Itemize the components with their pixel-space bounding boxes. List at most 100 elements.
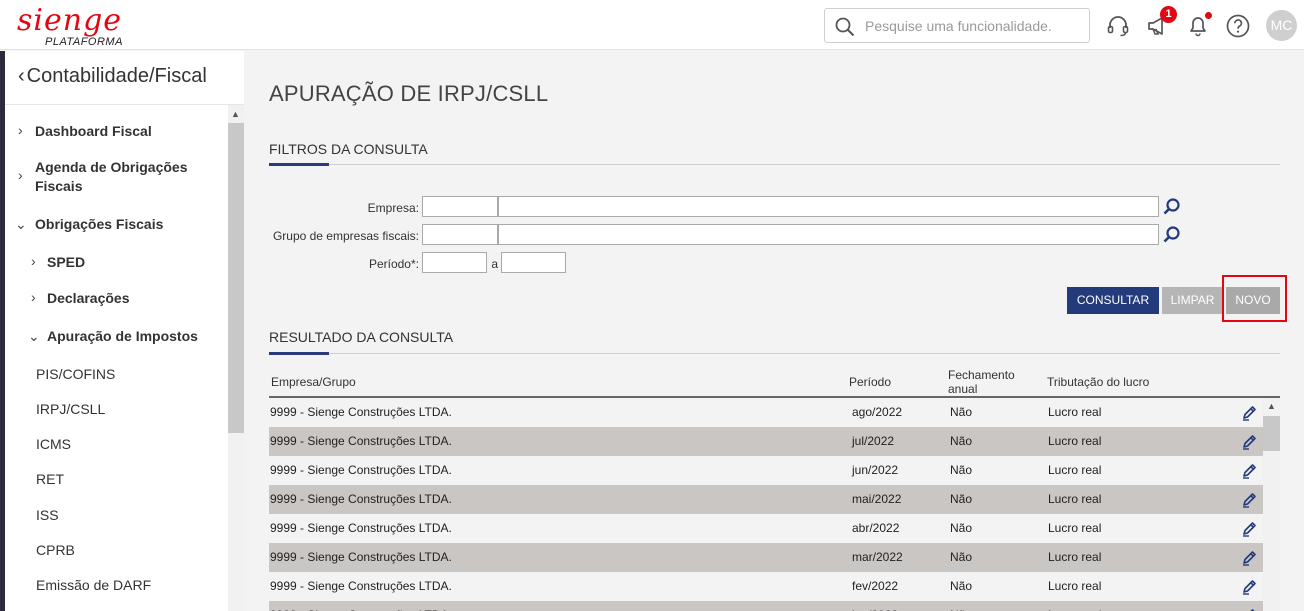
cell-fechamento: Não (950, 521, 973, 535)
column-header-fechamento[interactable]: Fechamento (948, 368, 1015, 382)
cell-empresa: 9999 - Sienge Construções LTDA. (270, 463, 452, 477)
cell-fechamento: Não (950, 434, 973, 448)
chevron-left-icon: ‹ (18, 65, 25, 87)
column-header-tributacao[interactable]: Tributação do lucro (1047, 375, 1149, 389)
notification-count-badge: 1 (1160, 6, 1177, 23)
bell-alert-dot (1205, 12, 1212, 19)
table-row[interactable]: 9999 - Sienge Construções LTDA. fev/2022 N… (269, 572, 1263, 601)
scroll-up-arrow-icon[interactable]: ▲ (231, 109, 240, 119)
table-scrollbar[interactable]: ▲ (1263, 398, 1280, 611)
cell-periodo: jul/2022 (852, 434, 895, 448)
cell-periodo: jun/2022 (852, 463, 899, 477)
sidebar-item-emissao-darf[interactable]: Emissão de DARF (36, 577, 151, 593)
sidebar-accent-bar (0, 51, 5, 611)
sidebar-scroll-thumb[interactable] (228, 123, 244, 433)
periodo-start-input[interactable] (422, 252, 487, 273)
edit-pencil-icon[interactable] (1241, 492, 1257, 508)
cell-empresa: 9999 - Sienge Construções LTDA. (270, 579, 452, 593)
scroll-up-arrow-icon[interactable]: ▲ (1267, 401, 1276, 411)
cell-fechamento: Não (950, 492, 973, 506)
periodo-end-input[interactable] (501, 252, 566, 273)
user-avatar[interactable]: MC (1266, 10, 1297, 41)
cell-periodo: mar/2022 (852, 550, 903, 564)
filters-accent (269, 163, 329, 166)
table-row[interactable]: 9999 - Sienge Construções LTDA. mai/2022 N… (269, 485, 1263, 514)
results-accent (269, 352, 329, 355)
sidebar-item-cprb[interactable]: CPRB (36, 542, 75, 558)
sidebar-item-iss[interactable]: ISS (36, 507, 59, 523)
help-icon[interactable] (1225, 13, 1251, 39)
table-row[interactable]: 9999 - Sienge Construções LTDA. jun/2022 N… (269, 456, 1263, 485)
column-header-periodo[interactable]: Período (849, 375, 891, 389)
sidebar-item-irpj-csll[interactable]: IRPJ/CSLL (36, 401, 105, 417)
logo-wordmark: sienge (17, 3, 123, 38)
cell-fechamento: Não (950, 463, 973, 477)
chevron-right-icon: › (31, 289, 36, 305)
table-row[interactable]: 9999 - Sienge Construções LTDA. mar/2022 N… (269, 543, 1263, 572)
grupo-name-input[interactable] (498, 224, 1159, 245)
edit-pencil-icon[interactable] (1241, 550, 1257, 566)
edit-pencil-icon[interactable] (1241, 434, 1257, 450)
sienge-logo[interactable]: sienge PLATAFORMA (17, 3, 127, 49)
grupo-code-input[interactable] (422, 224, 498, 245)
sidebar-scrollbar[interactable]: ▲ (228, 105, 244, 611)
logo-subtitle: PLATAFORMA (45, 36, 123, 48)
cell-empresa: 9999 - Sienge Construções LTDA. (270, 434, 452, 448)
cell-periodo: fev/2022 (852, 579, 899, 593)
sidebar-item-agenda-obrigacoes-line2[interactable]: Fiscais (35, 178, 82, 194)
top-header: sienge PLATAFORMA 1 MC (0, 0, 1304, 50)
highlight-box (1222, 275, 1287, 322)
sidebar-item-ret[interactable]: RET (36, 471, 64, 487)
cell-fechamento: Não (950, 550, 973, 564)
module-back-title[interactable]: ‹ Contabilidade/Fiscal (18, 65, 207, 88)
grupo-search-icon[interactable] (1162, 225, 1182, 245)
search-box[interactable] (824, 8, 1090, 43)
chevron-right-icon: › (18, 167, 23, 183)
search-input[interactable] (865, 16, 1085, 36)
filters-divider (269, 164, 1280, 165)
cell-fechamento: Não (950, 405, 973, 419)
cell-tributacao: Lucro real (1048, 579, 1102, 593)
sidebar-divider (5, 104, 244, 105)
column-header-empresa[interactable]: Empresa/Grupo (271, 375, 356, 389)
results-section-title: RESULTADO DA CONSULTA (269, 329, 454, 345)
periodo-separator: a (491, 257, 498, 271)
results-table-body: 9999 - Sienge Construções LTDA. ago/2022 N… (269, 398, 1263, 611)
table-row[interactable]: 9999 - Sienge Construções LTDA. ago/2022 N… (269, 398, 1263, 427)
sidebar-item-obrigacoes-fiscais[interactable]: Obrigações Fiscais (35, 216, 163, 232)
consultar-button[interactable]: CONSULTAR (1067, 287, 1159, 314)
edit-pencil-icon[interactable] (1241, 405, 1257, 421)
cell-periodo: mai/2022 (852, 492, 902, 506)
page-title: APURAÇÃO DE IRPJ/CSLL (269, 81, 549, 106)
cell-fechamento: Não (950, 579, 973, 593)
cell-empresa: 9999 - Sienge Construções LTDA. (270, 492, 452, 506)
sidebar-item-apuracao-impostos[interactable]: Apuração de Impostos (47, 328, 198, 344)
headset-support-icon[interactable] (1105, 13, 1131, 39)
edit-pencil-icon[interactable] (1241, 463, 1257, 479)
sidebar-item-agenda-obrigacoes[interactable]: Agenda de Obrigações (35, 159, 187, 175)
table-row[interactable]: 9999 - Sienge Construções LTDA.jan/2022N… (269, 601, 1263, 611)
sidebar-item-pis-cofins[interactable]: PIS/COFINS (36, 366, 115, 382)
results-divider (269, 353, 1280, 354)
column-header-fechamento-line2[interactable]: anual (948, 382, 977, 396)
table-row[interactable]: 9999 - Sienge Construções LTDA. abr/2022 N… (269, 514, 1263, 543)
sidebar-item-icms[interactable]: ICMS (36, 436, 71, 452)
sidebar: ‹ Contabilidade/Fiscal › Dashboard Fiscal… (0, 51, 244, 611)
cell-tributacao: Lucro real (1048, 550, 1102, 564)
edit-pencil-icon[interactable] (1241, 579, 1257, 595)
edit-pencil-icon[interactable] (1241, 521, 1257, 537)
empresa-search-icon[interactable] (1162, 197, 1182, 217)
grupo-empresas-label: Grupo de empresas fiscais: (272, 229, 419, 243)
empresa-code-input[interactable] (422, 196, 498, 217)
table-scroll-thumb[interactable] (1263, 416, 1280, 451)
chevron-right-icon: › (31, 253, 36, 269)
chevron-down-icon: ⌄ (28, 328, 40, 344)
cell-tributacao: Lucro real (1048, 492, 1102, 506)
table-row[interactable]: 9999 - Sienge Construções LTDA. jul/2022 N… (269, 427, 1263, 456)
empresa-name-input[interactable] (498, 196, 1159, 217)
sidebar-item-dashboard-fiscal[interactable]: Dashboard Fiscal (35, 123, 152, 139)
cell-tributacao: Lucro real (1048, 521, 1102, 535)
sidebar-item-sped[interactable]: SPED (47, 254, 85, 270)
sidebar-item-declaracoes[interactable]: Declarações (47, 290, 130, 306)
limpar-button[interactable]: LIMPAR (1162, 287, 1223, 314)
